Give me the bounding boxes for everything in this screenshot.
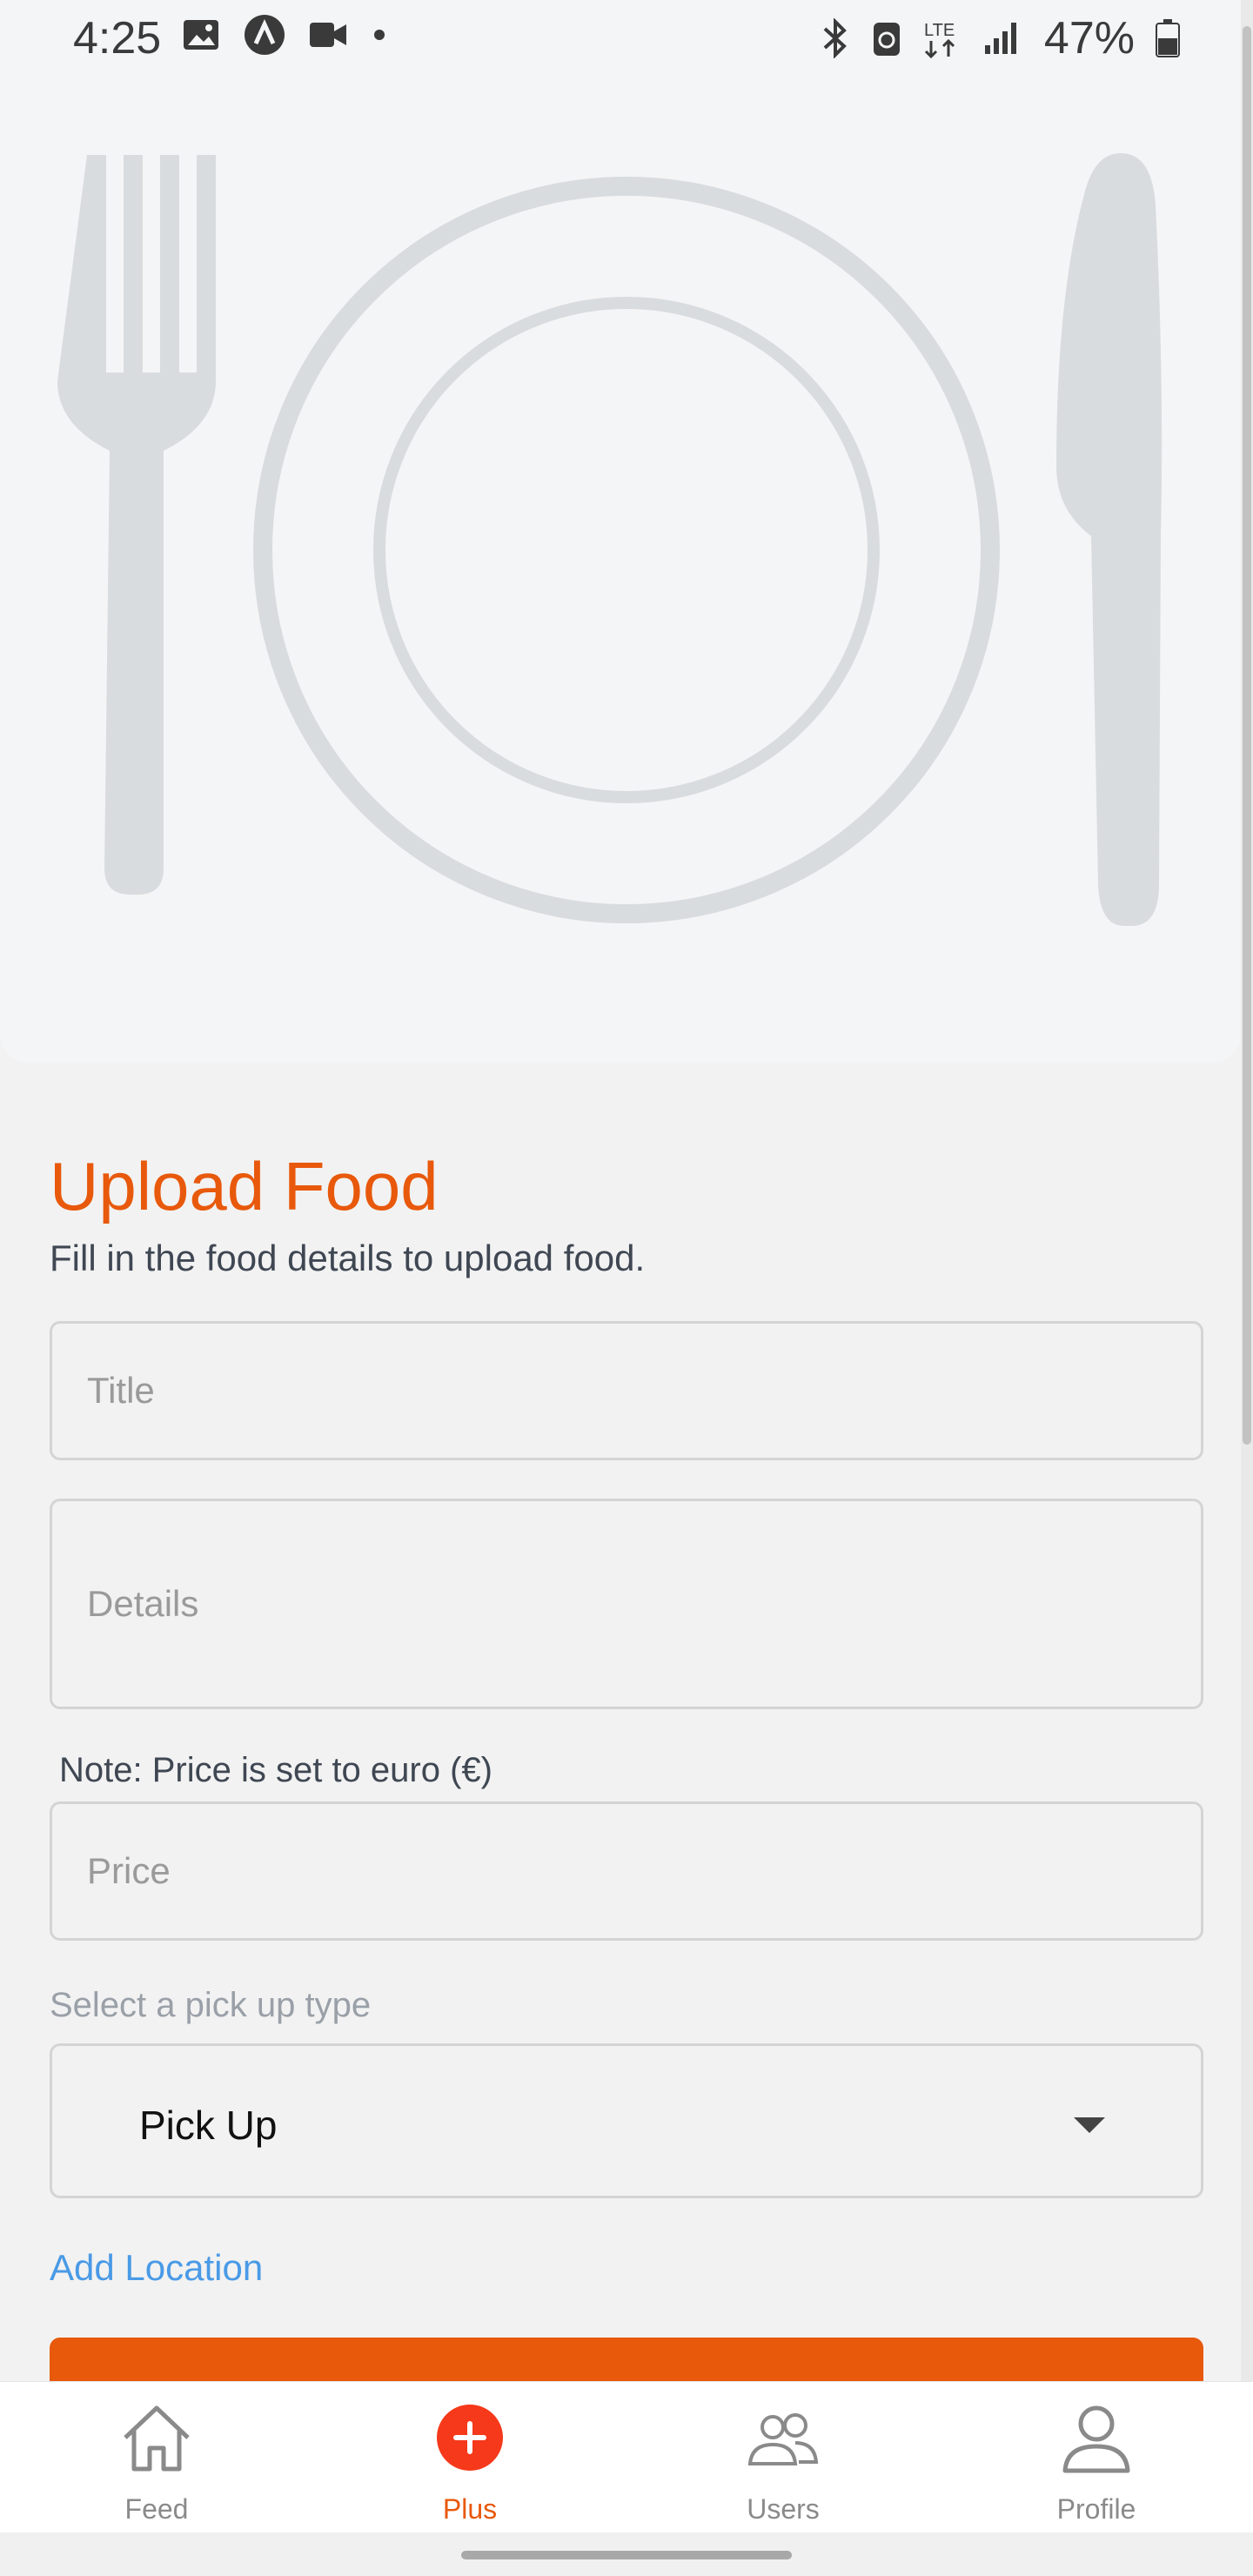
pickup-type-label: Select a pick up type <box>50 1986 372 2024</box>
nav-label-feed: Feed <box>124 2493 189 2525</box>
bottom-nav: Feed Plus Users Profile <box>0 2381 1253 2532</box>
home-indicator[interactable] <box>461 2551 792 2559</box>
dot-icon <box>374 30 385 40</box>
nav-item-users[interactable]: Users <box>679 2382 888 2533</box>
caret-down-icon <box>1074 2117 1105 2133</box>
status-left-icons <box>183 14 386 56</box>
lte-icon: LTE <box>924 21 955 58</box>
home-icon <box>124 2405 190 2472</box>
image-icon <box>184 20 218 50</box>
price-note: Note: Price is set to euro (€) <box>59 1751 492 1789</box>
app-icon <box>245 15 285 55</box>
video-icon <box>310 23 346 47</box>
bluetooth-icon <box>823 18 847 58</box>
plate-cutlery-illustration <box>57 153 1163 926</box>
nav-item-feed[interactable]: Feed <box>52 2382 261 2533</box>
page-title: Upload Food <box>50 1148 439 1224</box>
title-field-container <box>50 1321 1203 1460</box>
status-bar: 4:25 LTE 47% <box>0 0 1253 75</box>
pickup-type-select[interactable]: Pick Up <box>50 2043 1203 2198</box>
food-image-placeholder[interactable] <box>0 0 1241 1063</box>
battery-icon <box>1156 19 1180 57</box>
upload-food-screen: 4:25 LTE 47% Upload Food Fill in the foo… <box>0 0 1253 2576</box>
fork-icon <box>57 155 216 895</box>
details-input[interactable] <box>87 1583 1201 1625</box>
title-input[interactable] <box>87 1370 1201 1412</box>
signal-icon <box>984 23 1016 54</box>
details-field-container <box>50 1499 1203 1709</box>
plate-icon <box>253 177 1000 923</box>
knife-icon <box>1056 153 1163 926</box>
users-icon <box>747 2413 819 2465</box>
status-right-icons: LTE 47% <box>821 12 1180 64</box>
nav-item-plus[interactable]: Plus <box>365 2382 574 2533</box>
nfc-icon <box>873 23 900 56</box>
nav-label-profile: Profile <box>1056 2493 1136 2525</box>
profile-icon <box>1062 2405 1130 2473</box>
price-input[interactable] <box>87 1850 1201 1892</box>
price-field-container <box>50 1801 1203 1941</box>
nav-label-plus: Plus <box>442 2493 498 2525</box>
nav-item-profile[interactable]: Profile <box>992 2382 1201 2533</box>
scrollbar-thumb[interactable] <box>1243 26 1251 1445</box>
pickup-type-value: Pick Up <box>139 2103 278 2148</box>
page-subtitle: Fill in the food details to upload food. <box>50 1238 646 1278</box>
plus-circle-icon <box>437 2405 503 2471</box>
nav-label-users: Users <box>747 2493 820 2525</box>
status-time: 4:25 <box>73 13 162 64</box>
battery-percent: 47% <box>1043 13 1135 64</box>
add-location-link[interactable]: Add Location <box>50 2247 263 2289</box>
svg-text:LTE: LTE <box>924 21 955 40</box>
